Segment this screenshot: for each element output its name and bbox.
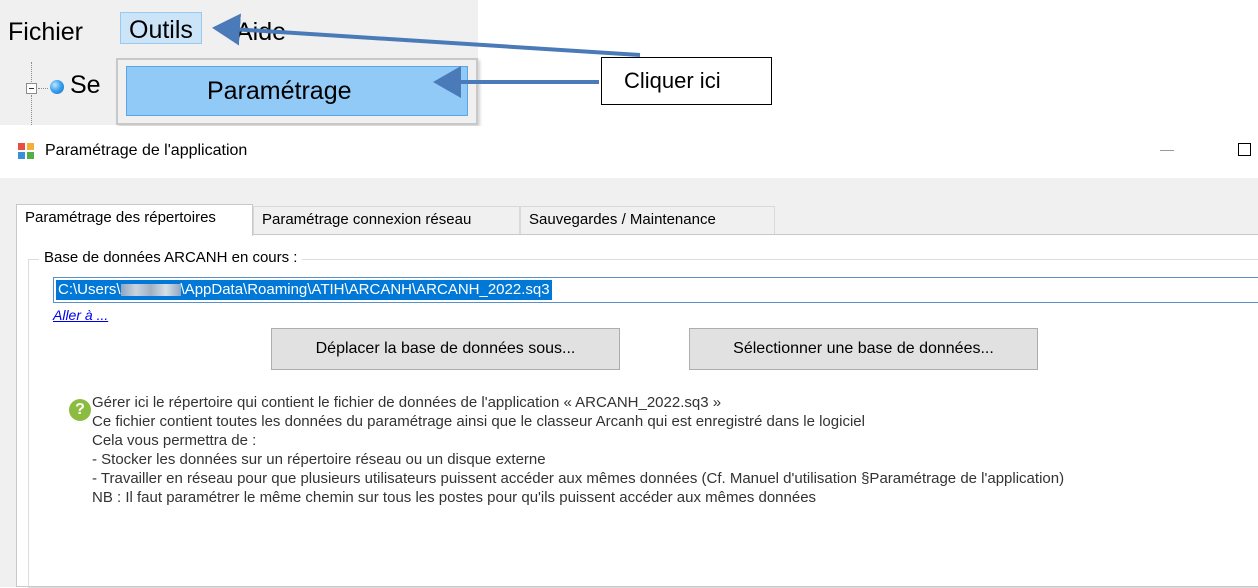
menu-outils[interactable]: Outils — [120, 12, 202, 44]
database-path-value: C:\Users\ \AppData\Roaming\ATIH\ARCANH\AR… — [56, 280, 552, 300]
menu-screenshot-crop: Fichier Outils Aide Se Paramétrage — [0, 0, 478, 125]
app-icon — [18, 143, 34, 159]
help-icon: ? — [69, 399, 91, 421]
settings-window: Paramétrage de l'application Paramétrage… — [0, 126, 1258, 588]
move-database-button[interactable]: Déplacer la base de données sous... — [271, 328, 620, 370]
tab-sauvegardes-maintenance[interactable]: Sauvegardes / Maintenance — [520, 206, 775, 234]
path-prefix: C:\Users\ — [58, 281, 121, 298]
tab-parametrage-connexion-reseau[interactable]: Paramétrage connexion réseau — [253, 206, 520, 234]
annotation-callout: Cliquer ici — [601, 57, 772, 105]
database-path-input[interactable]: C:\Users\ \AppData\Roaming\ATIH\ARCANH\AR… — [53, 277, 1258, 303]
tree-connector-line — [31, 62, 32, 82]
tree-connector-line — [31, 95, 32, 125]
tree-connector-line — [38, 88, 48, 89]
menu-bar: Fichier Outils Aide — [0, 0, 478, 60]
help-line: Ce fichier contient toutes les données d… — [92, 413, 865, 430]
group-title: Base de données ARCANH en cours : — [39, 249, 303, 266]
help-line: Gérer ici le répertoire qui contient le … — [92, 394, 722, 411]
minimize-icon[interactable] — [1160, 150, 1174, 151]
outils-dropdown-menu: Paramétrage — [116, 58, 478, 125]
help-line: Cela vous permettra de : — [92, 432, 257, 449]
maximize-icon[interactable] — [1238, 143, 1251, 156]
menu-item-parametrage[interactable]: Paramétrage — [126, 66, 468, 116]
menu-fichier[interactable]: Fichier — [8, 18, 83, 47]
help-line: - Travailler en réseau pour que plusieur… — [92, 470, 1065, 487]
path-suffix: \AppData\Roaming\ATIH\ARCANH\ARCANH_2022… — [180, 281, 550, 298]
tab-panel-repertoires: Base de données ARCANH en cours : C:\Use… — [16, 234, 1258, 588]
help-text: Gérer ici le répertoire qui contient le … — [92, 393, 1258, 507]
help-line: - Stocker les données sur un répertoire … — [92, 451, 546, 468]
globe-icon — [50, 80, 64, 94]
redacted-username — [120, 284, 181, 297]
menu-aide[interactable]: Aide — [236, 18, 286, 47]
help-line: NB : Il faut paramétrer le même chemin s… — [92, 489, 817, 506]
tree-node-label[interactable]: Se — [70, 71, 101, 100]
tab-parametrage-repertoires[interactable]: Paramétrage des répertoires — [16, 204, 253, 236]
select-database-button[interactable]: Sélectionner une base de données... — [689, 328, 1038, 370]
goto-link[interactable]: Aller à ... — [53, 307, 108, 323]
window-title: Paramétrage de l'application — [45, 142, 248, 159]
collapse-icon[interactable] — [26, 83, 37, 94]
window-titlebar: Paramétrage de l'application — [0, 126, 1258, 178]
